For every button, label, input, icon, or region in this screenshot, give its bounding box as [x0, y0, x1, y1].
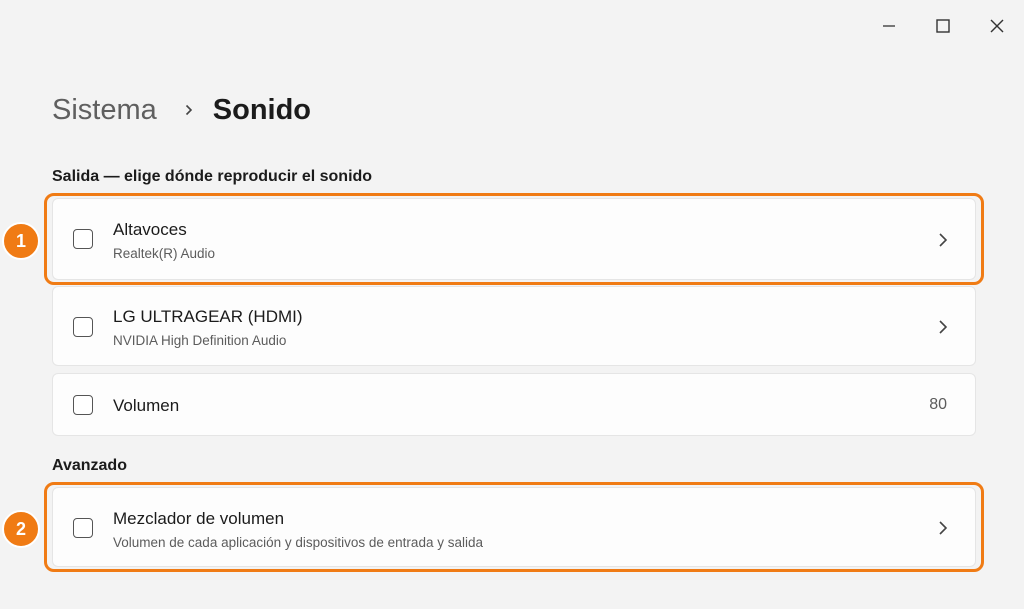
close-button[interactable] [970, 1, 1024, 51]
close-icon [990, 19, 1004, 33]
title-bar [824, 0, 1024, 52]
checkbox[interactable] [73, 518, 93, 538]
chevron-right-icon [185, 104, 193, 116]
chevron-right-icon [939, 521, 948, 535]
section-title-output: Salida — elige dónde reproducir el sonid… [52, 168, 373, 185]
device-subtitle: Realtek(R) Audio [113, 246, 216, 261]
mixer-title: Mezclador de volumen [113, 509, 285, 528]
maximize-button[interactable] [916, 1, 970, 51]
volume-mixer[interactable]: Mezclador de volumen Volumen de cada apl… [52, 487, 976, 567]
volume-label: Volumen [113, 396, 180, 415]
device-title: Altavoces [113, 220, 187, 239]
volume-row[interactable]: Volumen 80 [52, 373, 976, 436]
checkbox[interactable] [73, 317, 93, 337]
device-subtitle: NVIDIA High Definition Audio [113, 333, 287, 348]
device-title: LG ULTRAGEAR (HDMI) [113, 307, 303, 326]
output-device-lg-ultragear[interactable]: LG ULTRAGEAR (HDMI) NVIDIA High Definiti… [52, 286, 976, 366]
section-title-advanced: Avanzado [52, 457, 127, 474]
checkbox[interactable] [73, 229, 93, 249]
minimize-icon [883, 25, 895, 27]
output-device-altavoces[interactable]: Altavoces Realtek(R) Audio [52, 198, 976, 280]
checkbox[interactable] [73, 395, 93, 415]
annotation-badge-2: 2 [2, 510, 40, 548]
breadcrumb-parent[interactable]: Sistema [52, 94, 157, 127]
chevron-right-icon [939, 320, 948, 334]
maximize-icon [936, 19, 950, 33]
breadcrumb: Sistema Sonido [52, 88, 311, 132]
annotation-badge-1: 1 [2, 222, 40, 260]
settings-window: Sistema Sonido Salida — elige dónde repr… [2, 0, 1024, 609]
page-title: Sonido [212, 93, 312, 126]
mixer-subtitle: Volumen de cada aplicación y dispositivo… [113, 535, 483, 550]
chevron-right-icon [939, 233, 948, 247]
minimize-button[interactable] [862, 1, 916, 51]
volume-value: 80 [929, 396, 947, 413]
